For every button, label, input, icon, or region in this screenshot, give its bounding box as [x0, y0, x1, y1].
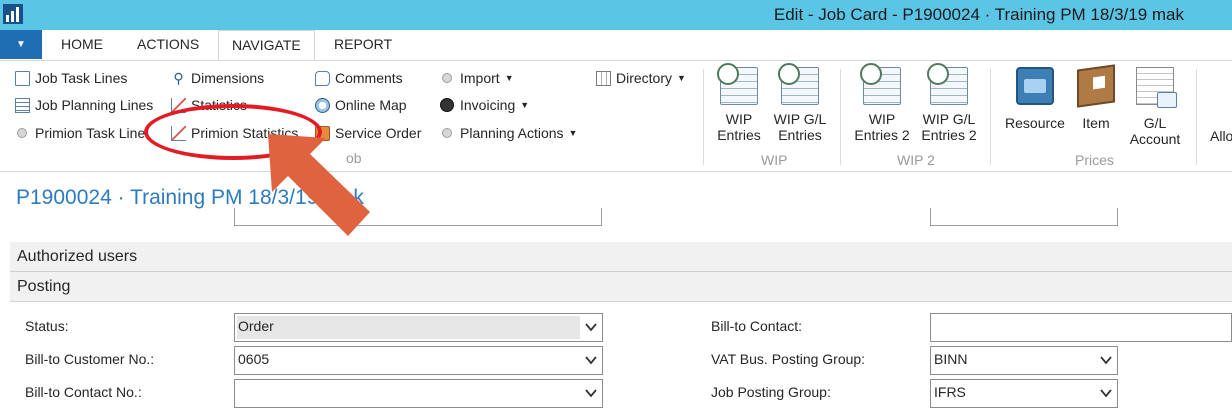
item-prices-button[interactable]: Item — [1074, 64, 1118, 131]
group-separator — [1196, 69, 1197, 165]
group-separator — [990, 69, 991, 165]
resource-prices-button[interactable]: Resource — [1002, 67, 1068, 131]
resource-icon — [1016, 67, 1054, 105]
bill-to-contact-no-label: Bill-to Contact No.: — [25, 384, 142, 400]
dropdown-caret-icon: ▼ — [520, 100, 530, 110]
group-label-wip: WIP — [761, 152, 788, 168]
task-list-icon — [15, 70, 30, 86]
bullet-icon — [442, 128, 452, 138]
app-logo-icon — [3, 4, 23, 24]
status-value: Order — [238, 318, 274, 334]
job-posting-group-value: IFRS — [934, 384, 966, 400]
bill-to-contact-label: Bill-to Contact: — [711, 318, 803, 334]
planning-actions-menu-button[interactable]: Planning Actions ▼ — [440, 122, 577, 144]
pointer-arrow-icon — [268, 134, 370, 236]
wip-gl-entries-2-button[interactable]: WIP G/L Entries 2 — [918, 63, 980, 143]
section-posting[interactable]: Posting — [10, 272, 1232, 302]
status-label: Status: — [25, 318, 69, 334]
directory-menu-button[interactable]: Directory ▼ — [596, 67, 686, 89]
chevron-down-icon — [1100, 356, 1112, 365]
wip-gl-entries-button[interactable]: WIP G/L Entries — [770, 63, 830, 143]
job-planning-lines-button[interactable]: Job Planning Lines — [15, 94, 153, 116]
dropdown-caret-icon: ▼ — [568, 128, 578, 138]
item-box-icon — [1077, 64, 1115, 108]
wip-gl-entries-icon — [778, 63, 819, 105]
gl-account-prices-button[interactable]: G/L Account — [1126, 67, 1184, 147]
invoicing-icon — [440, 98, 454, 112]
wip-entries-2-button[interactable]: WIP Entries 2 — [852, 63, 912, 143]
vat-bus-posting-group-value: BINN — [934, 351, 968, 367]
comments-button[interactable]: Comments — [315, 67, 403, 89]
wip-gl-entries-2-icon — [927, 63, 968, 105]
group-label-wip-2: WIP 2 — [897, 152, 935, 168]
bill-to-customer-no-value: 0605 — [238, 351, 270, 367]
chevron-down-icon: ▼ — [16, 39, 26, 50]
chevron-down-icon — [585, 389, 597, 398]
invoicing-menu-button[interactable]: Invoicing ▼ — [440, 94, 529, 116]
group-separator — [840, 69, 841, 165]
dropdown-caret-icon: ▼ — [677, 73, 686, 83]
bullet-icon — [17, 128, 27, 138]
status-select[interactable]: Order — [234, 313, 603, 342]
bill-to-contact-field[interactable] — [930, 313, 1232, 342]
gl-account-icon — [1136, 67, 1177, 108]
job-task-lines-button[interactable]: Job Task Lines — [15, 67, 127, 89]
wip-entries-icon — [717, 63, 758, 105]
group-label-prices: Prices — [1075, 152, 1114, 168]
wip-entries-2-icon — [860, 63, 901, 105]
vat-bus-posting-group-select[interactable]: BINN — [930, 346, 1118, 375]
vat-bus-posting-group-label: VAT Bus. Posting Group: — [711, 351, 866, 367]
import-menu-button[interactable]: Import ▼ — [440, 67, 514, 89]
dropdown-caret-icon: ▼ — [504, 73, 514, 83]
comment-icon — [315, 70, 330, 86]
title-bar: Edit - Job Card - P1900024 · Training PM… — [0, 0, 1232, 30]
section-authorized-users[interactable]: Authorized users — [10, 242, 1232, 272]
dimensions-button[interactable]: ⚲ Dimensions — [171, 67, 264, 89]
ribbon-tab-bar: ▼ HOME ACTIONS NAVIGATE REPORT — [0, 30, 1232, 61]
tab-report[interactable]: REPORT — [334, 36, 392, 52]
bill-to-customer-no-field[interactable]: 0605 — [234, 346, 603, 375]
scrolled-field-edge — [930, 208, 1118, 226]
chevron-down-icon — [585, 356, 597, 365]
dimensions-icon: ⚲ — [173, 69, 184, 86]
online-map-button[interactable]: Online Map — [315, 94, 407, 116]
readonly-shade — [237, 316, 580, 339]
primion-task-line-button[interactable]: Primion Task Line — [15, 122, 145, 144]
chevron-down-icon — [1100, 389, 1112, 398]
truncated-ribbon-button[interactable]: Allo — [1210, 128, 1232, 144]
tab-actions[interactable]: ACTIONS — [137, 36, 199, 52]
bill-to-contact-no-field[interactable] — [234, 379, 603, 408]
planning-lines-icon — [15, 97, 30, 113]
bill-to-customer-no-label: Bill-to Customer No.: — [25, 351, 155, 367]
job-posting-group-select[interactable]: IFRS — [930, 379, 1118, 408]
tab-home[interactable]: HOME — [61, 36, 103, 52]
tab-navigate[interactable]: NAVIGATE — [218, 30, 315, 61]
wip-entries-button[interactable]: WIP Entries — [712, 63, 766, 143]
group-separator — [703, 69, 704, 165]
globe-icon — [315, 97, 330, 113]
job-posting-group-label: Job Posting Group: — [711, 384, 831, 400]
directory-icon — [596, 70, 611, 86]
bullet-icon — [442, 73, 452, 83]
app-menu-button[interactable]: ▼ — [0, 30, 42, 59]
chevron-down-icon — [585, 323, 597, 332]
window-title: Edit - Job Card - P1900024 · Training PM… — [773, 5, 1184, 24]
